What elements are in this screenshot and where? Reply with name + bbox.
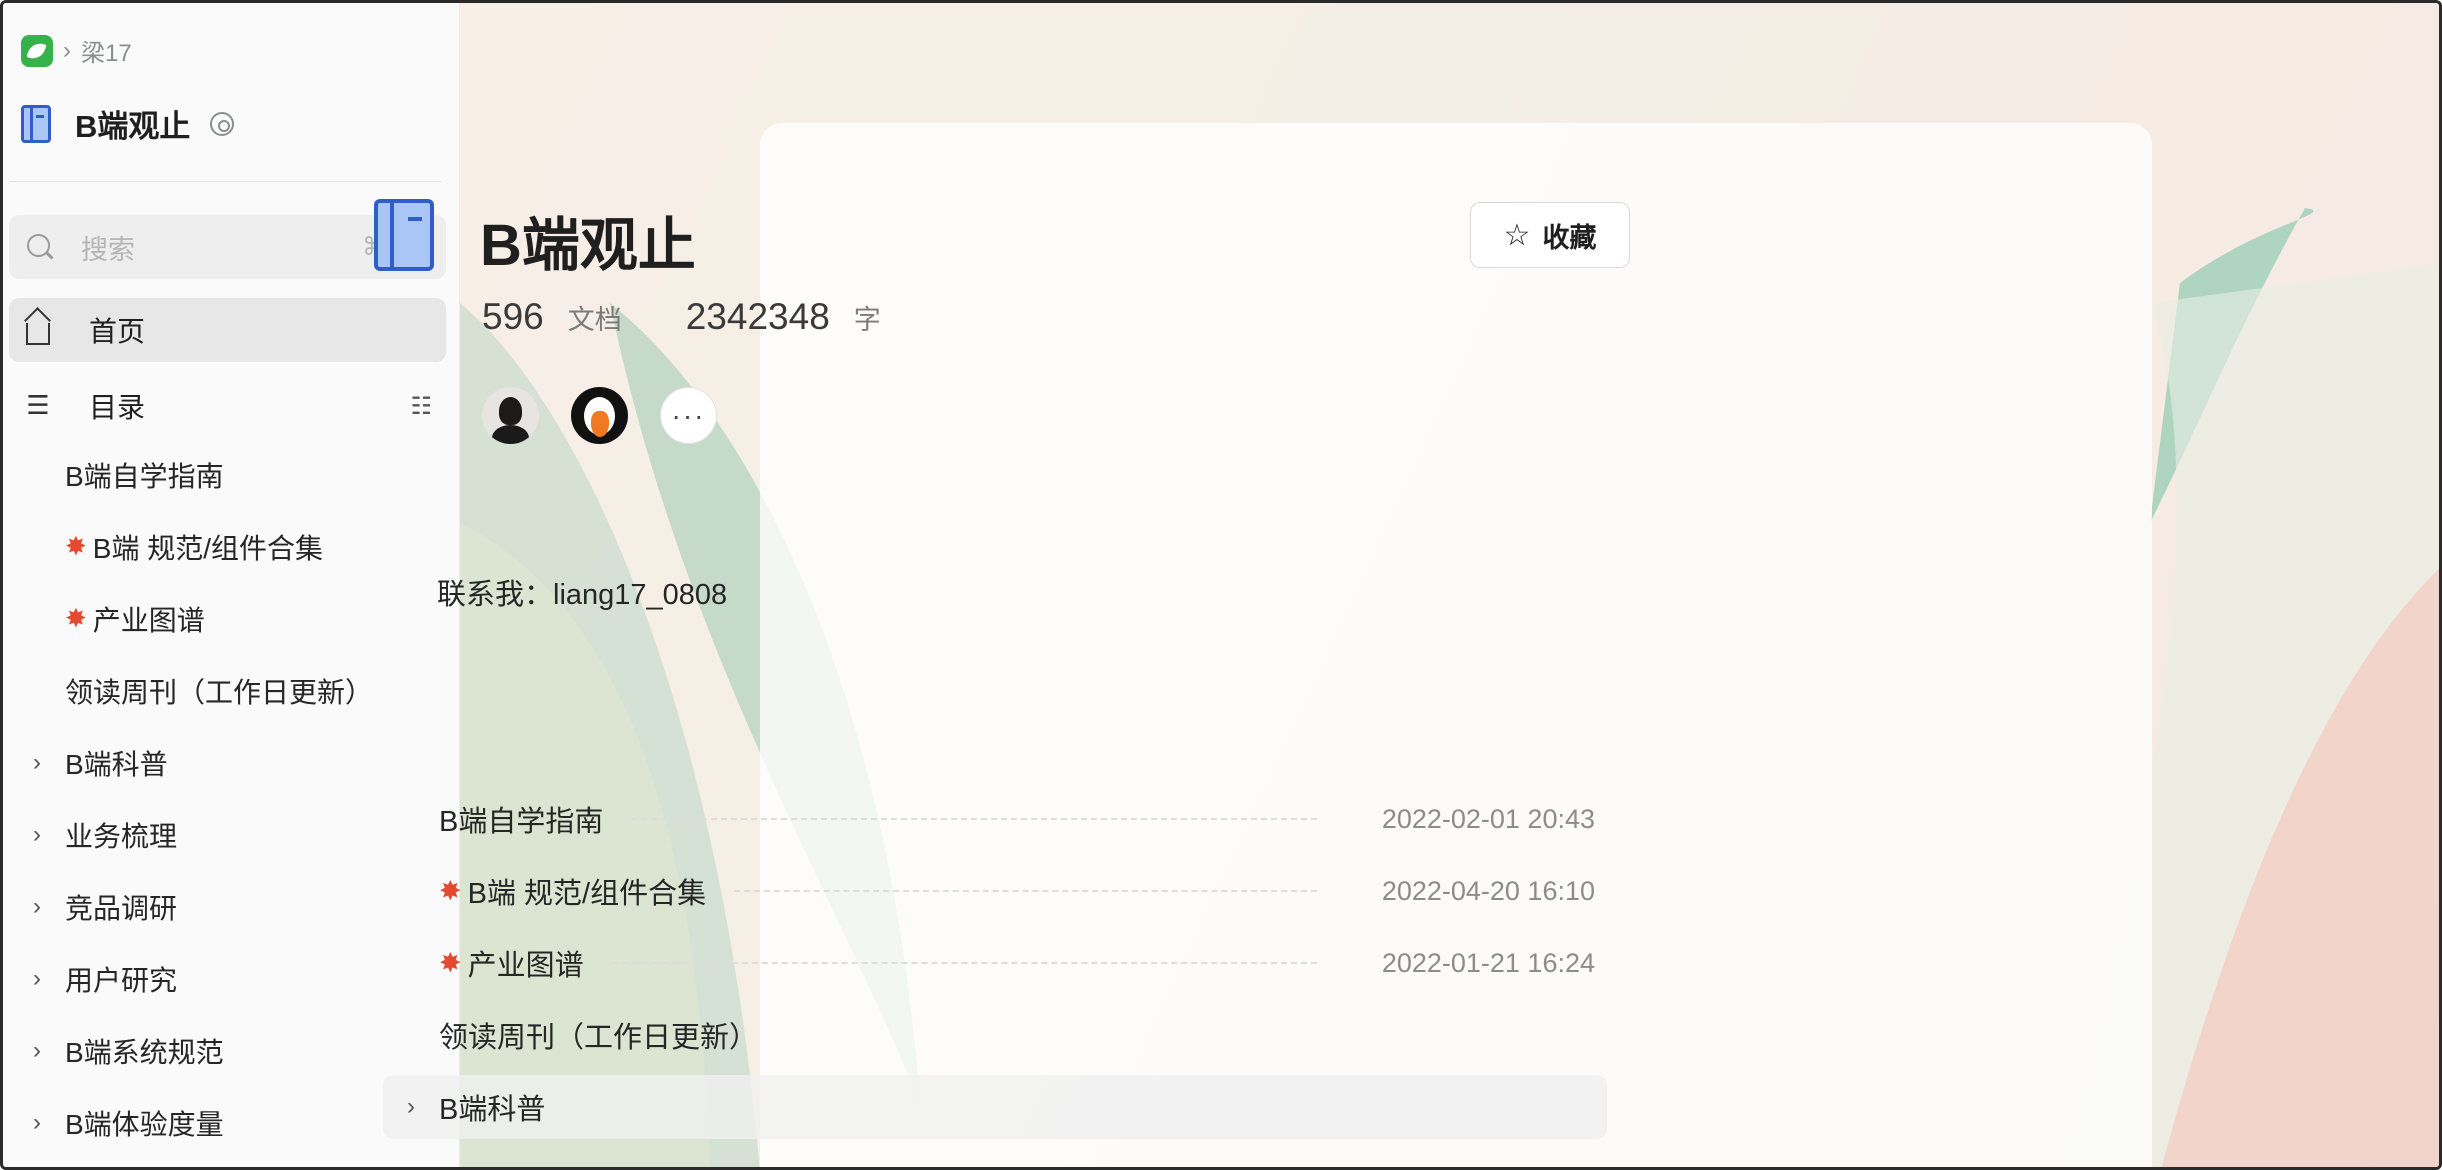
sidebar-tree-item[interactable]: › 业务梳理 [9, 805, 446, 865]
home-icon [26, 323, 50, 345]
doc-title: B端 规范/组件合集 [467, 878, 707, 910]
divider [9, 181, 441, 182]
words-unit: 字 [853, 305, 881, 335]
toc-collapse-icon[interactable]: ☷ [410, 392, 432, 420]
chevron-right-icon[interactable]: › [9, 965, 65, 993]
words-count: 2342348 [685, 296, 830, 337]
favorite-button[interactable]: ☆ 收藏 [1470, 202, 1630, 268]
sidebar-tree-item-label: 产业图谱 [92, 605, 205, 636]
sidebar-tree-item-label: B端 规范/组件合集 [92, 533, 324, 564]
leader-line [611, 962, 1317, 964]
page-title: B端观止 [480, 213, 696, 278]
doc-list-item[interactable]: › B端科普 [383, 1075, 1607, 1139]
doc-timestamp: 2022-04-20 16:10 [1381, 875, 1595, 906]
contact-text: 联系我：liang17_0808 [437, 579, 728, 611]
nav-home[interactable]: 首页 [9, 298, 446, 362]
nav-toc[interactable]: ☰ 目录 ☷ [9, 374, 446, 438]
burst-icon: ✸ [439, 947, 462, 979]
doc-list-item[interactable]: ✸ 产业图谱 2022-01-21 16:24 [383, 931, 1607, 995]
chevron-right-icon[interactable]: › [9, 1037, 65, 1065]
sidebar-tree-item-label: 用户研究 [65, 965, 178, 996]
doc-list-item[interactable]: B端自学指南 2022-02-01 20:43 [383, 787, 1607, 851]
more-members-button[interactable]: ··· [660, 387, 717, 444]
doc-title: B端自学指南 [439, 806, 604, 838]
nav-toc-label: 目录 [89, 392, 146, 423]
doc-list-item[interactable]: ✸ B端 规范/组件合集 2022-04-20 16:10 [383, 859, 1607, 923]
search-placeholder: 搜索 [81, 234, 135, 265]
chevron-right-icon[interactable]: › [9, 893, 65, 921]
avatar[interactable] [571, 387, 628, 444]
toc-icon: ☰ [26, 391, 50, 421]
sidebar-tree-item-label: 竞品调研 [65, 893, 178, 924]
sidebar-tree-item[interactable]: › B端系统规范 [9, 1021, 446, 1081]
chevron-right-icon[interactable]: › [9, 821, 65, 849]
star-icon: ☆ [1503, 217, 1531, 253]
docs-unit: 文档 [567, 305, 622, 335]
doc-timestamp: 2022-01-21 16:24 [1381, 947, 1595, 978]
app-window: › 梁17 B端观止 搜索 ⌘ + J 首页 ☰ 目录 ☷ B端自学指南✸B端 … [0, 0, 2442, 1170]
sidebar-tree-item-label: B端科普 [65, 749, 168, 780]
sidebar-tree-item[interactable]: ✸ B端 规范/组件合集 [9, 517, 446, 577]
settings-icon[interactable] [210, 111, 235, 136]
leader-line [734, 890, 1317, 892]
sidebar-tree-item[interactable]: 领读周刊（工作日更新） [9, 661, 446, 721]
sidebar-tree-item[interactable]: › 竞品调研 [9, 877, 446, 937]
sidebar-tree-item[interactable]: ✸ 产业图谱 [9, 589, 446, 649]
doc-title: 产业图谱 [467, 950, 584, 982]
sidebar-tree-item-label: 领读周刊（工作日更新） [65, 677, 374, 708]
search-icon [27, 234, 53, 260]
breadcrumb: › 梁17 [21, 33, 132, 68]
burst-icon: ✸ [439, 875, 462, 907]
space-stats: 596 文档 2342348 字 [482, 296, 945, 338]
burst-icon: ✸ [65, 532, 87, 562]
member-avatars: ··· [482, 387, 717, 444]
book-icon [374, 199, 434, 271]
sidebar-tree-item[interactable]: › 用户研究 [9, 949, 446, 1009]
breadcrumb-user[interactable]: 梁17 [81, 33, 132, 68]
doc-timestamp: 2022-02-01 20:43 [1381, 803, 1595, 834]
chevron-right-icon[interactable]: › [9, 749, 65, 777]
doc-title: 领读周刊（工作日更新） [439, 1022, 759, 1054]
sidebar-tree-item-label: 业务梳理 [65, 821, 178, 852]
docs-count: 596 [482, 296, 544, 337]
space-header: B端观止 [21, 101, 235, 146]
sidebar-tree-item[interactable]: › B端体验度量 [9, 1093, 446, 1153]
sidebar-tree-item-label: B端系统规范 [65, 1037, 224, 1068]
chevron-right-icon[interactable]: › [383, 1093, 439, 1121]
space-name[interactable]: B端观止 [75, 101, 190, 146]
sidebar-tree-item-label: B端体验度量 [65, 1109, 224, 1140]
book-icon [21, 104, 51, 143]
doc-list-item[interactable]: 领读周刊（工作日更新） [383, 1003, 1607, 1067]
sidebar-tree-item[interactable]: B端自学指南 [9, 445, 446, 505]
burst-icon: ✸ [65, 604, 87, 634]
chevron-right-icon: › [63, 36, 71, 64]
sidebar-tree-item[interactable]: › B端科普 [9, 733, 446, 793]
sidebar-tree-item-label: B端自学指南 [65, 461, 224, 492]
nav-home-label: 首页 [89, 316, 146, 347]
chevron-right-icon[interactable]: › [9, 1109, 65, 1137]
doc-title: B端科普 [439, 1094, 546, 1126]
avatar[interactable] [482, 387, 539, 444]
favorite-label: 收藏 [1542, 222, 1597, 253]
leader-line [631, 818, 1317, 820]
app-logo-icon[interactable] [21, 34, 53, 67]
